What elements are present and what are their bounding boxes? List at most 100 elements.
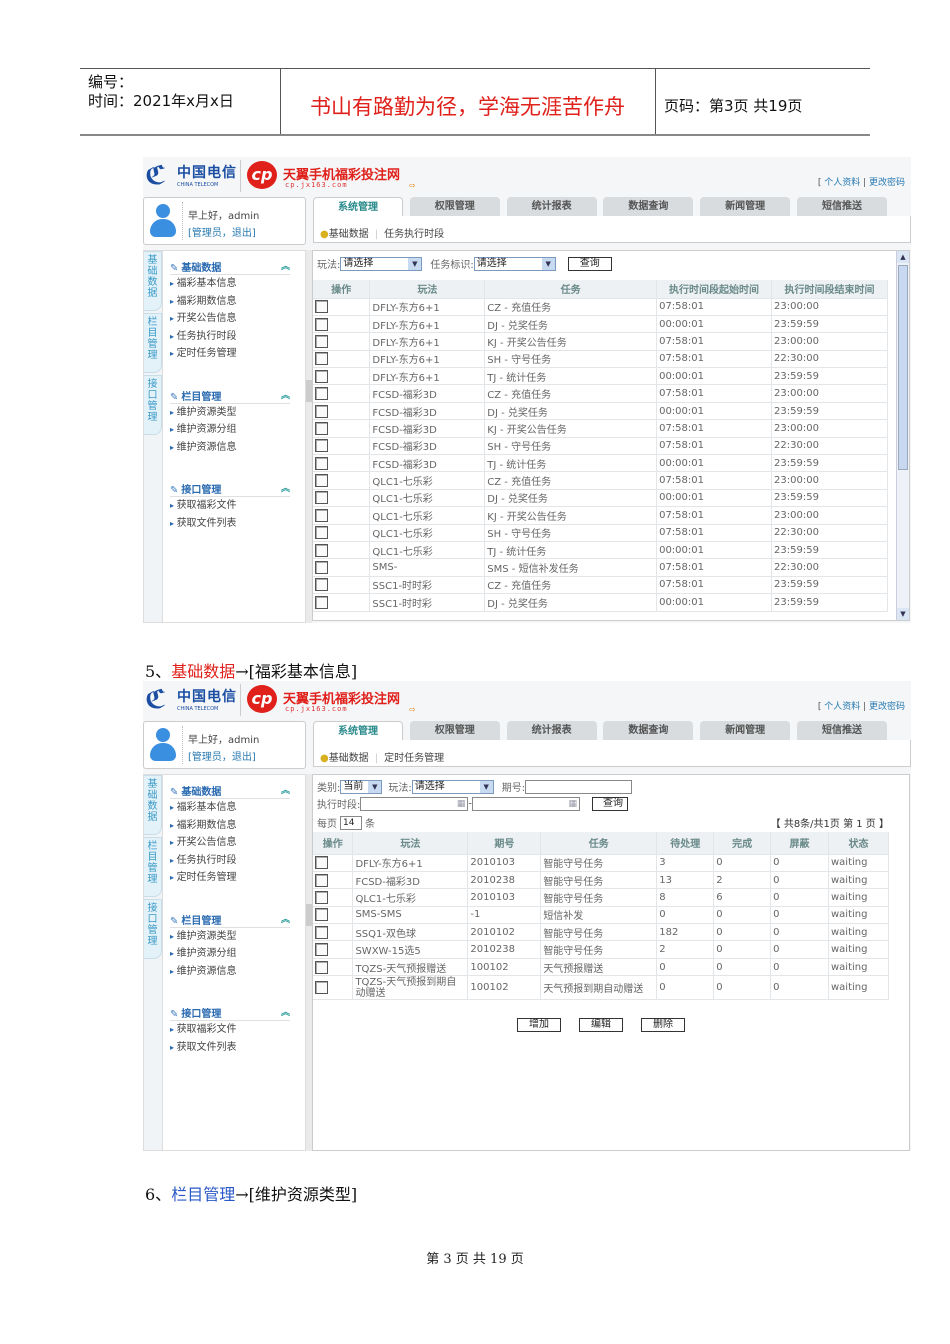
delete-button[interactable]: 删除 bbox=[641, 1018, 685, 1032]
role-link[interactable]: 管理员 bbox=[192, 228, 222, 239]
row-checkbox[interactable] bbox=[315, 491, 328, 505]
chevron-down-icon[interactable]: ▼ bbox=[368, 780, 382, 793]
row-checkbox[interactable] bbox=[315, 561, 328, 575]
profile-link[interactable]: 个人资料 bbox=[824, 178, 860, 188]
caption-link[interactable]: 基础数据 bbox=[171, 662, 235, 681]
chevron-down-icon[interactable]: ▼ bbox=[541, 257, 555, 270]
period-input[interactable] bbox=[525, 779, 633, 794]
vtab-0[interactable]: 基础数据 bbox=[144, 251, 162, 311]
vtab-1[interactable]: 栏目管理 bbox=[144, 837, 162, 897]
collapse-icon[interactable]: ︽ bbox=[281, 259, 290, 272]
vtab-2[interactable]: 接口管理 bbox=[144, 899, 162, 959]
row-checkbox[interactable] bbox=[315, 334, 328, 348]
scroll-down-icon[interactable]: ▼ bbox=[897, 608, 909, 620]
row-checkbox[interactable] bbox=[315, 595, 328, 609]
collapse-icon[interactable]: ︽ bbox=[281, 912, 290, 925]
collapse-icon[interactable]: ︽ bbox=[281, 783, 290, 796]
sidebar-item[interactable]: 维护资源分组 bbox=[170, 421, 290, 439]
tab-3[interactable]: 数据查询 bbox=[603, 721, 694, 740]
end-time-input[interactable]: ▦ bbox=[471, 796, 580, 811]
sidebar-item[interactable]: 维护资源分组 bbox=[170, 945, 290, 963]
tab-2[interactable]: 统计报表 bbox=[506, 721, 597, 740]
collapse-icon[interactable]: ︽ bbox=[281, 481, 290, 494]
query-button[interactable]: 查询 bbox=[567, 256, 612, 271]
row-checkbox[interactable] bbox=[315, 526, 328, 540]
tab-1[interactable]: 权限管理 bbox=[409, 197, 500, 216]
play-select[interactable]: 请选择 ▼ bbox=[340, 256, 423, 271]
row-checkbox[interactable] bbox=[315, 474, 328, 488]
row-checkbox[interactable] bbox=[315, 421, 328, 435]
sidebar-item[interactable]: 福彩基本信息 bbox=[170, 275, 290, 293]
row-checkbox[interactable] bbox=[315, 856, 328, 870]
row-checkbox[interactable] bbox=[315, 439, 328, 453]
row-checkbox[interactable] bbox=[315, 543, 328, 557]
tab-4[interactable]: 新闻管理 bbox=[700, 197, 791, 216]
query-button[interactable]: 查询 bbox=[591, 796, 628, 811]
tab-0[interactable]: 系统管理 bbox=[313, 197, 403, 217]
logout-link[interactable]: 退出 bbox=[232, 752, 252, 763]
collapse-icon[interactable]: ︽ bbox=[281, 1005, 290, 1018]
sidebar-item[interactable]: 获取文件列表 bbox=[170, 515, 290, 533]
vtab-2[interactable]: 接口管理 bbox=[144, 375, 162, 435]
sidebar-item[interactable]: 维护资源类型 bbox=[170, 404, 290, 422]
tab-5[interactable]: 短信推送 bbox=[797, 197, 887, 216]
row-checkbox[interactable] bbox=[315, 508, 328, 522]
sidebar-item[interactable]: 获取文件列表 bbox=[170, 1039, 290, 1057]
row-checkbox[interactable] bbox=[315, 456, 328, 470]
sidebar-item[interactable]: 任务执行时段 bbox=[170, 328, 290, 346]
caption-link[interactable]: 栏目管理 bbox=[171, 1185, 235, 1204]
sidebar-item[interactable]: 获取福彩文件 bbox=[170, 497, 290, 515]
vtab-1[interactable]: 栏目管理 bbox=[144, 313, 162, 373]
sidebar-item[interactable]: 维护资源信息 bbox=[170, 963, 290, 981]
sidebar-item[interactable]: 获取福彩文件 bbox=[170, 1021, 290, 1039]
header-logo[interactable]: ℭ 中国电信 CHINA TELECOM cp 天翼手机福彩投注网 cp.jx163.co… bbox=[143, 681, 443, 719]
scrollbar-thumb[interactable] bbox=[898, 265, 908, 470]
tab-0[interactable]: 系统管理 bbox=[313, 721, 403, 741]
header-logo[interactable]: ℭ 中国电信 CHINA TELECOM cp 天翼手机福彩投注网 cp.jx163.co… bbox=[143, 157, 443, 195]
profile-link[interactable]: 个人资料 bbox=[824, 702, 860, 712]
row-checkbox[interactable] bbox=[315, 981, 328, 995]
task-select[interactable]: 请选择 ▼ bbox=[473, 256, 556, 271]
nav-group-title[interactable]: ✎ 栏目管理 ︽ bbox=[170, 388, 290, 404]
row-checkbox[interactable] bbox=[315, 352, 328, 366]
row-checkbox[interactable] bbox=[315, 908, 328, 922]
sidebar-item[interactable]: 开奖公告信息 bbox=[170, 310, 290, 328]
sidebar-item[interactable]: 定时任务管理 bbox=[170, 869, 290, 887]
logout-link[interactable]: 退出 bbox=[232, 228, 252, 239]
scroll-up-icon[interactable]: ▲ bbox=[897, 251, 909, 263]
vertical-scrollbar[interactable]: ▲ ▼ bbox=[896, 251, 909, 620]
role-link[interactable]: 管理员 bbox=[192, 752, 222, 763]
change-password-link[interactable]: 更改密码 bbox=[869, 178, 905, 188]
tab-2[interactable]: 统计报表 bbox=[506, 197, 597, 216]
tab-3[interactable]: 数据查询 bbox=[603, 197, 694, 216]
sidebar-item[interactable]: 福彩期数信息 bbox=[170, 293, 290, 311]
calendar-icon[interactable]: ▦ bbox=[568, 798, 577, 810]
nav-group-title[interactable]: ✎ 接口管理 ︽ bbox=[170, 481, 290, 497]
tab-4[interactable]: 新闻管理 bbox=[700, 721, 791, 740]
start-time-input[interactable]: ▦ bbox=[360, 796, 469, 811]
row-checkbox[interactable] bbox=[315, 300, 328, 314]
tab-1[interactable]: 权限管理 bbox=[409, 721, 500, 740]
vtab-0[interactable]: 基础数据 bbox=[144, 775, 162, 835]
row-checkbox[interactable] bbox=[315, 404, 328, 418]
sidebar-item[interactable]: 定时任务管理 bbox=[170, 345, 290, 363]
per-page-input[interactable]: 14 bbox=[340, 815, 362, 830]
chevron-down-icon[interactable]: ▼ bbox=[408, 257, 422, 270]
row-checkbox[interactable] bbox=[315, 578, 328, 592]
row-checkbox[interactable] bbox=[315, 317, 328, 331]
change-password-link[interactable]: 更改密码 bbox=[869, 702, 905, 712]
sidebar-item[interactable]: 福彩基本信息 bbox=[170, 799, 290, 817]
row-checkbox[interactable] bbox=[315, 943, 328, 957]
row-checkbox[interactable] bbox=[315, 925, 328, 939]
tab-5[interactable]: 短信推送 bbox=[797, 721, 887, 740]
calendar-icon[interactable]: ▦ bbox=[457, 798, 466, 810]
sidebar-item[interactable]: 维护资源类型 bbox=[170, 928, 290, 946]
row-checkbox[interactable] bbox=[315, 960, 328, 974]
collapse-icon[interactable]: ︽ bbox=[281, 388, 290, 401]
breadcrumb-section[interactable]: 基础数据 bbox=[329, 229, 369, 240]
row-checkbox[interactable] bbox=[315, 890, 328, 904]
sidebar-item[interactable]: 维护资源信息 bbox=[170, 439, 290, 457]
sidebar-item[interactable]: 福彩期数信息 bbox=[170, 817, 290, 835]
play-select[interactable]: 请选择 ▼ bbox=[411, 779, 494, 794]
row-checkbox[interactable] bbox=[315, 873, 328, 887]
